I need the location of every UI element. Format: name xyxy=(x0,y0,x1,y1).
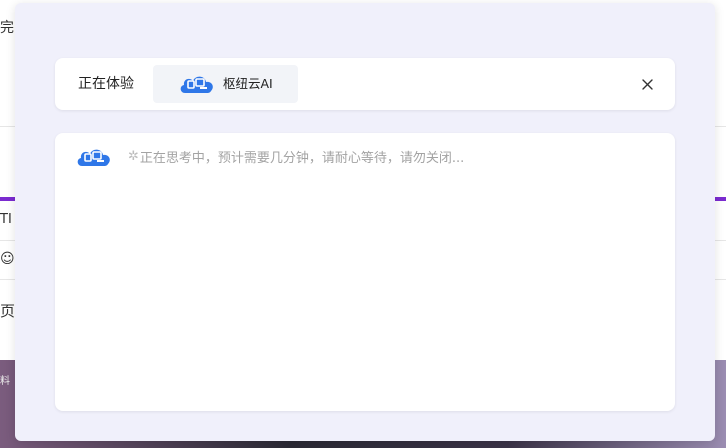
background-text-fragment: 料 xyxy=(0,376,10,387)
ai-experience-modal: 正在体验 枢纽云AI ✲ 正在思考中，预计需要几分钟，请耐心等待，请勿关闭... xyxy=(15,3,715,441)
response-panel: ✲ 正在思考中，预计需要几分钟，请耐心等待，请勿关闭... xyxy=(55,133,675,411)
cloud-logo-icon xyxy=(77,149,110,166)
thinking-status: ✲ 正在思考中，预计需要几分钟，请耐心等待，请勿关闭... xyxy=(128,147,464,166)
modal-header: 正在体验 枢纽云AI xyxy=(55,58,675,110)
model-name: 枢纽云AI xyxy=(223,76,273,91)
close-button[interactable] xyxy=(637,74,657,94)
cloud-logo-icon xyxy=(180,76,213,93)
background-text-fragment: TI xyxy=(0,212,12,227)
experience-label: 正在体验 xyxy=(78,76,134,92)
model-chip[interactable]: 枢纽云AI xyxy=(153,65,298,103)
status-text: 正在思考中，预计需要几分钟，请耐心等待，请勿关闭... xyxy=(139,151,465,166)
background-accent-bar xyxy=(0,197,15,201)
background-emoji-icon: ☺ xyxy=(0,251,15,267)
loading-spinner-icon: ✲ xyxy=(128,149,139,164)
background-text-fragment: 完 xyxy=(0,20,14,36)
close-icon xyxy=(641,78,653,90)
background-accent-bar-right xyxy=(715,197,726,201)
